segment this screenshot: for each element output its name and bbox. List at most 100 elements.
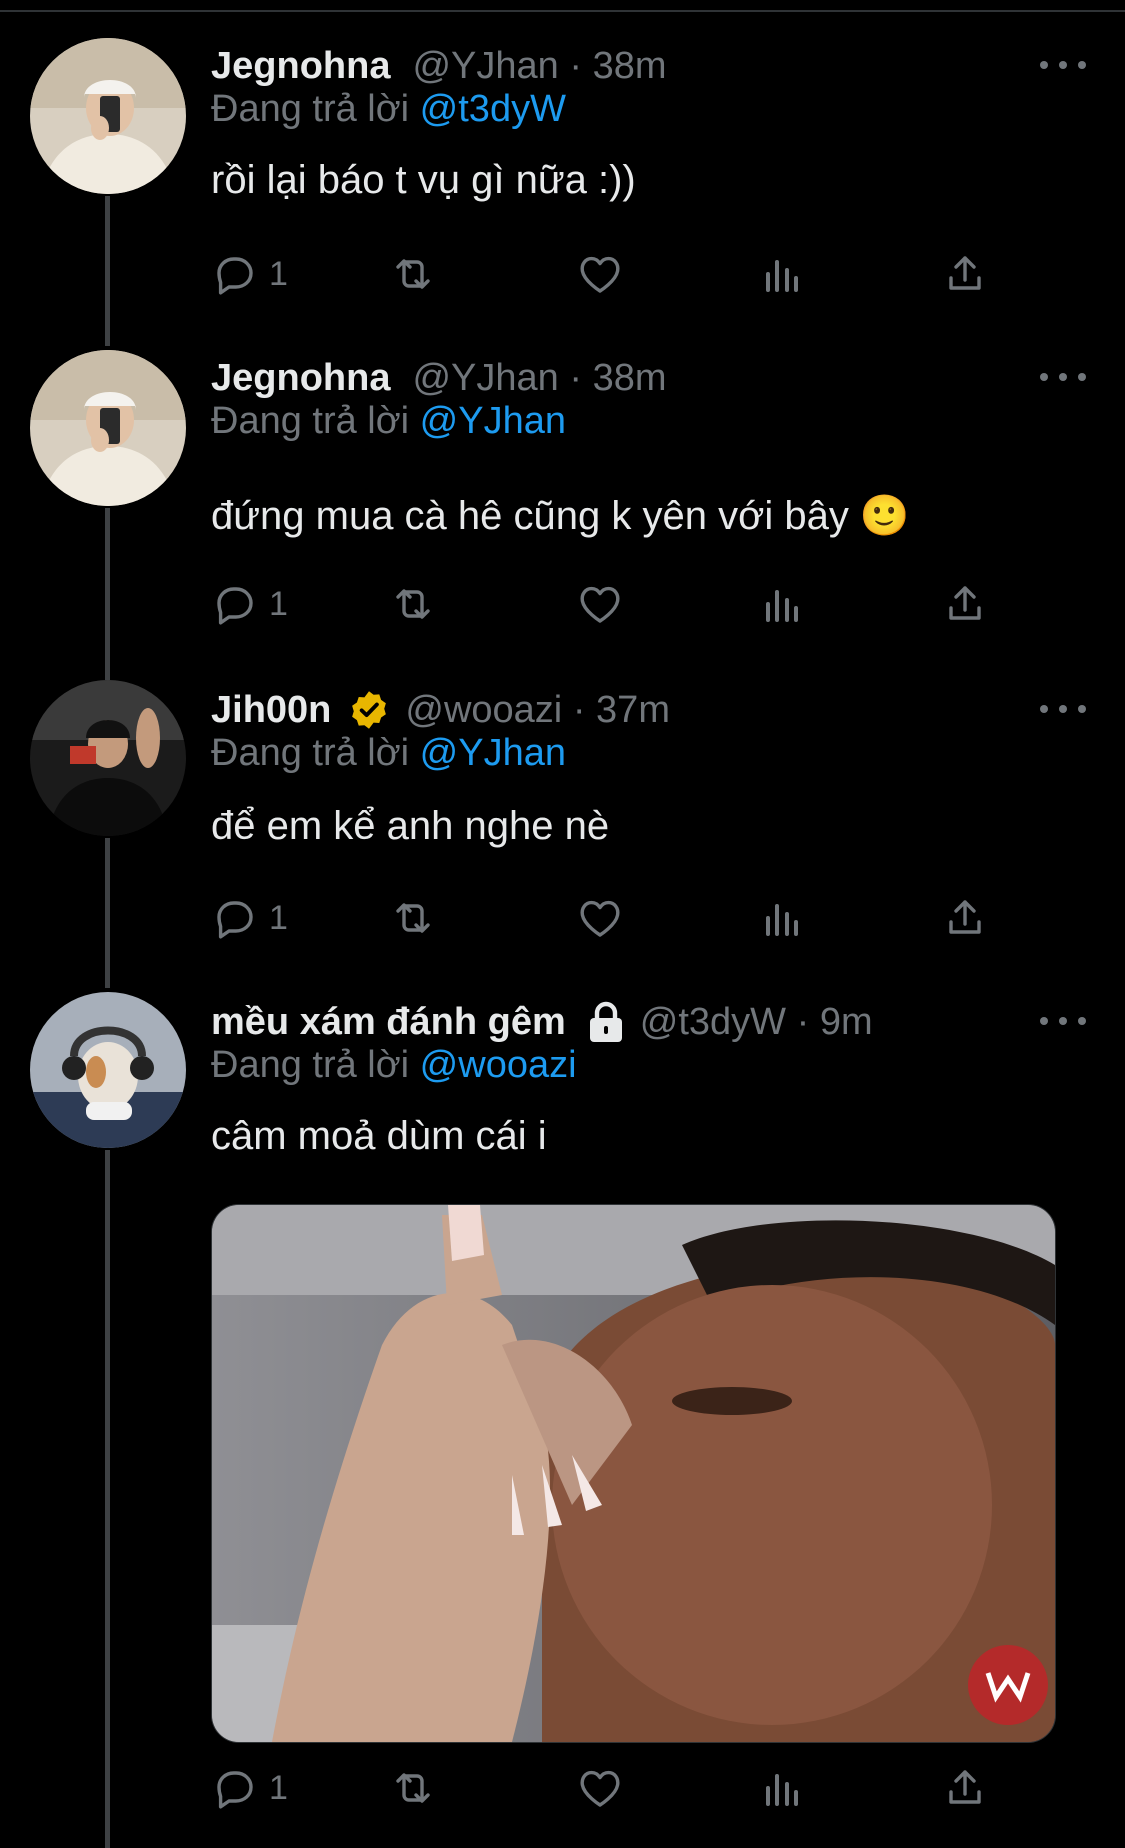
retweet-button[interactable] [389, 888, 437, 948]
heart-icon [580, 586, 620, 623]
retweet-icon [396, 589, 430, 619]
retweet-icon [396, 903, 430, 933]
tweet[interactable]: Jih00n @wooazi · 37m Đang trả lời @YJhan… [0, 680, 1125, 980]
reply-count: 1 [269, 254, 288, 293]
share-icon [949, 256, 981, 290]
avatar[interactable] [30, 38, 186, 194]
share-icon [949, 586, 981, 620]
avatar[interactable] [30, 992, 186, 1148]
timestamp[interactable]: 38m [593, 357, 667, 399]
replying-to-link[interactable]: @YJhan [420, 732, 566, 774]
replying-to: Đang trả lời @t3dyW [211, 88, 566, 131]
separator: · [558, 44, 593, 87]
heart-icon [580, 256, 620, 293]
avatar[interactable] [30, 350, 186, 506]
retweet-icon [396, 259, 430, 289]
reply-count: 1 [269, 1768, 288, 1807]
verified-badge-icon [347, 688, 391, 732]
replying-to-link[interactable]: @t3dyW [420, 88, 566, 130]
display-name[interactable]: mều xám đánh gêm [211, 1001, 566, 1044]
replying-to-label: Đang trả lời [211, 1044, 410, 1086]
replying-to: Đang trả lời @YJhan [211, 400, 566, 443]
replying-to-link[interactable]: @YJhan [420, 400, 566, 442]
username[interactable]: @YJhan [412, 45, 558, 87]
retweet-button[interactable] [389, 244, 437, 304]
display-name[interactable]: Jegnohna [211, 45, 390, 88]
analytics-icon [766, 1774, 798, 1806]
more-icon[interactable] [1040, 694, 1086, 724]
reply-icon [217, 1771, 253, 1809]
more-icon[interactable] [1040, 362, 1086, 392]
reply-button[interactable]: 1 [211, 244, 288, 304]
reply-count: 1 [269, 584, 288, 623]
tweet-text: để em kể anh nghe nè [211, 804, 610, 848]
like-button[interactable] [576, 244, 624, 304]
reply-count: 1 [269, 898, 288, 937]
separator: · [786, 1000, 820, 1043]
retweet-button[interactable] [389, 1758, 437, 1818]
reply-button[interactable]: 1 [211, 574, 288, 634]
more-icon[interactable] [1040, 1006, 1086, 1036]
reply-icon [217, 901, 253, 939]
tweet-media-image[interactable] [211, 1204, 1056, 1743]
username[interactable]: @wooazi [405, 689, 562, 731]
tweet-header: mều xám đánh gêm @t3dyW · 9m [211, 992, 873, 1052]
handle-time: @wooazi · 37m [405, 689, 670, 732]
more-icon[interactable] [1040, 50, 1086, 80]
timestamp[interactable]: 38m [593, 45, 667, 87]
like-button[interactable] [576, 574, 624, 634]
share-button[interactable] [941, 244, 989, 304]
replying-to: Đang trả lời @wooazi [211, 1044, 577, 1087]
action-bar: 1 [211, 244, 1011, 304]
share-button[interactable] [941, 888, 989, 948]
views-button[interactable] [758, 888, 806, 948]
username[interactable]: @t3dyW [640, 1001, 786, 1043]
share-button[interactable] [941, 574, 989, 634]
views-button[interactable] [758, 244, 806, 304]
reply-icon [217, 257, 253, 295]
tweet-text: đứng mua cà hê cũng k yên với bây 🙂 [211, 494, 910, 538]
timestamp[interactable]: 37m [596, 689, 670, 731]
separator: · [558, 356, 593, 399]
username[interactable]: @YJhan [412, 357, 558, 399]
avatar[interactable] [30, 680, 186, 836]
action-bar: 1 [211, 574, 1011, 634]
replying-to-label: Đang trả lời [211, 732, 410, 774]
tweet-text: rồi lại báo t vụ gì nữa :)) [211, 158, 636, 202]
tweet-text: câm moả dùm cái i [211, 1114, 547, 1158]
display-name[interactable]: Jegnohna [211, 357, 390, 400]
retweet-icon [396, 1773, 430, 1803]
replying-to-label: Đang trả lời [211, 400, 410, 442]
tweet-header: Jegnohna @YJhan · 38m [211, 348, 667, 408]
handle-time: @YJhan · 38m [412, 357, 666, 400]
tweet[interactable]: Jegnohna @YJhan · 38m Đang trả lời @YJha… [0, 348, 1125, 668]
tweet-header: Jegnohna @YJhan · 38m [211, 36, 667, 96]
analytics-icon [766, 260, 798, 292]
action-bar: 1 [211, 888, 1011, 948]
lock-icon [586, 1000, 626, 1044]
separator: · [562, 688, 597, 731]
tweet-header: Jih00n @wooazi · 37m [211, 680, 670, 740]
reply-icon [217, 587, 253, 625]
heart-icon [580, 900, 620, 937]
replying-to: Đang trả lời @YJhan [211, 732, 566, 775]
handle-time: @YJhan · 38m [412, 45, 666, 88]
share-icon [949, 1770, 981, 1804]
reply-button[interactable]: 1 [211, 1758, 288, 1818]
like-button[interactable] [576, 1758, 624, 1818]
reply-button[interactable]: 1 [211, 888, 288, 948]
handle-time: @t3dyW · 9m [640, 1001, 873, 1044]
share-icon [949, 900, 981, 934]
display-name[interactable]: Jih00n [211, 689, 331, 732]
share-button[interactable] [941, 1758, 989, 1818]
retweet-button[interactable] [389, 574, 437, 634]
tweet[interactable]: Jegnohna @YJhan · 38m Đang trả lời @t3dy… [0, 36, 1125, 336]
like-button[interactable] [576, 888, 624, 948]
replying-to-link[interactable]: @wooazi [420, 1044, 577, 1086]
replying-to-label: Đang trả lời [211, 88, 410, 130]
timestamp[interactable]: 9m [820, 1001, 873, 1043]
heart-icon [580, 1770, 620, 1807]
views-button[interactable] [758, 1758, 806, 1818]
views-button[interactable] [758, 574, 806, 634]
analytics-icon [766, 590, 798, 622]
